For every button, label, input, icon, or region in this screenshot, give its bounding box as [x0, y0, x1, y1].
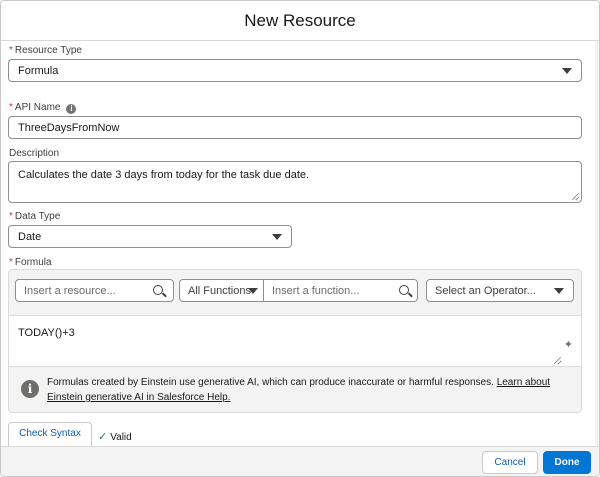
- einstein-notice: i Formulas created by Einstein use gener…: [9, 368, 581, 412]
- info-icon[interactable]: i: [66, 104, 77, 114]
- api-name-value: ThreeDaysFromNow: [18, 121, 120, 134]
- api-name-input[interactable]: ThreeDaysFromNow: [8, 116, 582, 139]
- insert-function-input[interactable]: Insert a function...: [263, 279, 418, 302]
- insert-resource-input[interactable]: Insert a resource...: [15, 279, 174, 302]
- data-type-label: * Data Type: [9, 211, 60, 222]
- check-syntax-label: Check Syntax: [19, 428, 81, 439]
- api-name-label-text: API Name: [14, 102, 61, 113]
- data-type-value: Date: [18, 230, 42, 243]
- required-marker: *: [9, 102, 13, 113]
- function-category-select[interactable]: All Functions: [179, 279, 264, 302]
- formula-editor[interactable]: TODAY()+3 ✦: [9, 315, 581, 367]
- operator-select[interactable]: Select an Operator...: [426, 279, 574, 302]
- check-syntax-button[interactable]: Check Syntax: [8, 422, 92, 446]
- search-icon: [399, 285, 409, 295]
- cancel-button[interactable]: Cancel: [482, 451, 538, 474]
- insert-function-placeholder: Insert a function...: [272, 284, 360, 297]
- info-icon: i: [21, 380, 39, 398]
- modal-body: * Resource Type Formula * API Name i ThreeD…: [1, 41, 599, 446]
- notice-message: Formulas created by Einstein use generat…: [47, 377, 497, 388]
- description-label: Description: [9, 148, 59, 159]
- notice-text: Formulas created by Einstein use generat…: [47, 375, 577, 405]
- formula-label-text: Formula: [14, 257, 52, 268]
- function-category-value: All Functions: [188, 284, 251, 297]
- modal-footer: Cancel Done: [1, 446, 599, 476]
- checkmark-icon: ✓: [98, 431, 108, 443]
- modal-title: New Resource: [244, 11, 356, 30]
- description-textarea[interactable]: Calculates the date 3 days from today fo…: [8, 161, 582, 203]
- chevron-down-icon: [248, 288, 258, 294]
- data-type-select[interactable]: Date: [8, 225, 292, 248]
- required-marker: *: [9, 45, 13, 56]
- formula-builder: Insert a resource... All Functions Inser…: [8, 269, 582, 413]
- required-marker: *: [9, 257, 13, 268]
- syntax-status: ✓ Valid: [98, 430, 132, 443]
- chevron-down-icon: [562, 68, 572, 74]
- data-type-label-text: Data Type: [14, 211, 61, 222]
- chevron-down-icon: [554, 288, 564, 294]
- description-value: Calculates the date 3 days from today fo…: [18, 169, 310, 181]
- formula-expression: TODAY()+3: [18, 327, 75, 339]
- formula-label: * Formula: [9, 257, 52, 268]
- done-button[interactable]: Done: [543, 451, 591, 474]
- resize-handle-icon[interactable]: [553, 356, 561, 364]
- einstein-sparkle-icon[interactable]: ✦: [564, 338, 573, 351]
- resource-type-label: * Resource Type: [9, 45, 82, 56]
- api-name-label: * API Name i: [9, 102, 77, 114]
- resource-type-select[interactable]: Formula: [8, 59, 582, 82]
- resource-type-label-text: Resource Type: [14, 45, 82, 56]
- resize-handle-icon[interactable]: [571, 192, 579, 200]
- description-label-text: Description: [9, 148, 60, 159]
- scrollbar[interactable]: [595, 41, 599, 446]
- required-marker: *: [9, 211, 13, 222]
- resource-type-value: Formula: [18, 64, 59, 77]
- chevron-down-icon: [272, 234, 282, 240]
- modal-header: New Resource: [1, 1, 599, 41]
- search-icon: [153, 285, 163, 295]
- new-resource-modal: New Resource * Resource Type Formula * API…: [0, 0, 600, 477]
- syntax-status-text: Valid: [110, 432, 132, 443]
- operator-placeholder: Select an Operator...: [435, 284, 536, 297]
- insert-resource-placeholder: Insert a resource...: [24, 284, 116, 297]
